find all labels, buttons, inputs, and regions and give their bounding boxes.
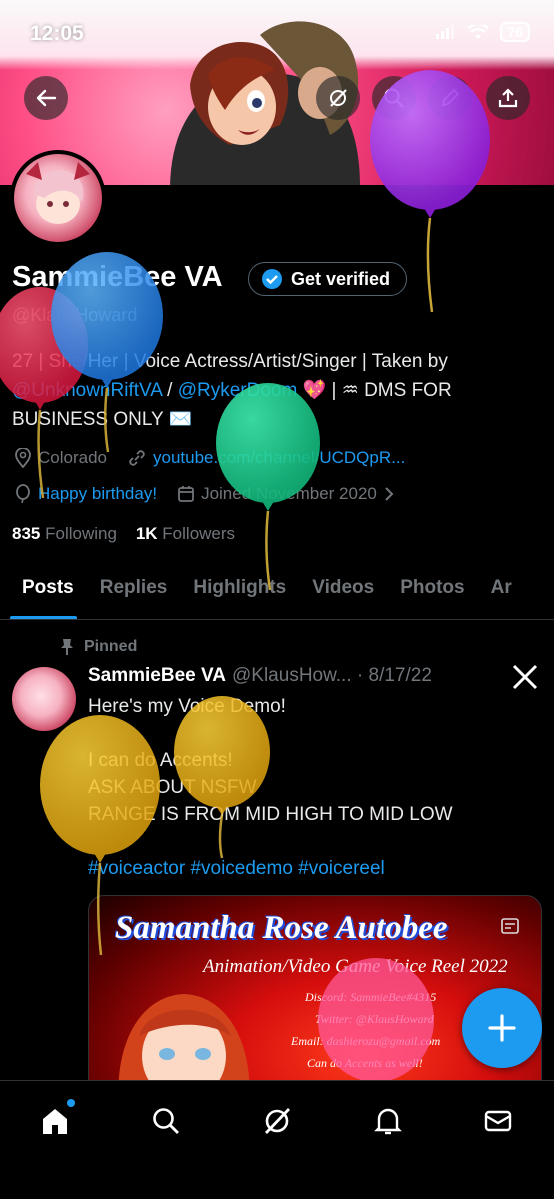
grok-icon bbox=[264, 1108, 291, 1134]
media-character-art bbox=[118, 994, 250, 1094]
pinned-indicator: Pinned bbox=[60, 638, 137, 656]
profile-bio: 27 | She/Her | Voice Actress/Artist/Sing… bbox=[12, 347, 532, 434]
media-icon bbox=[501, 918, 519, 934]
following-link[interactable]: 835 Following bbox=[12, 524, 117, 543]
post-hashtags[interactable]: #voiceactor #voicedemo #voicereel bbox=[88, 855, 538, 882]
media-title: Samantha Rose Autobee bbox=[115, 910, 448, 946]
following-count: 835 bbox=[12, 524, 41, 543]
status-bar: 12:05 76 bbox=[0, 0, 554, 70]
edit-button[interactable] bbox=[428, 76, 472, 120]
pencil-icon bbox=[441, 88, 460, 107]
bio-separator: / bbox=[161, 380, 178, 401]
post-media[interactable]: Samantha Rose Autobee Animation/Video Ga… bbox=[88, 895, 542, 1095]
post-line2: I can do Accents! bbox=[88, 750, 233, 771]
search-button[interactable] bbox=[372, 76, 416, 120]
post-line3: ASK ABOUT NSFW bbox=[88, 777, 257, 798]
pinned-label: Pinned bbox=[84, 638, 138, 655]
follow-stats: 835 Following 1K Followers bbox=[12, 524, 235, 544]
post-avatar[interactable] bbox=[12, 667, 76, 731]
media-twitter: Twitter: @KlausHoward bbox=[315, 1012, 434, 1026]
media-accents: Can do Accents as well! bbox=[307, 1056, 423, 1070]
pin-icon bbox=[61, 639, 73, 655]
clock: 12:05 bbox=[30, 22, 84, 45]
media-email: Email: dashierozu@gmail.com bbox=[291, 1034, 441, 1048]
bell-icon bbox=[374, 1108, 402, 1135]
grok-button[interactable] bbox=[316, 76, 360, 120]
bottom-navigation bbox=[0, 1080, 554, 1199]
tab-photos[interactable]: Photos bbox=[387, 560, 477, 619]
nav-notifications[interactable] bbox=[368, 1101, 408, 1141]
location-row: Colorado youtube.com/channel/UCDQpR... bbox=[14, 448, 405, 468]
bio-line3: BUSINESS ONLY ✉️ bbox=[12, 409, 193, 430]
chevron-right-icon[interactable] bbox=[383, 486, 395, 502]
arrow-left-icon bbox=[36, 89, 57, 107]
post-header: SammieBee VA @KlausHow... · 8/17/22 bbox=[88, 665, 432, 687]
post-author[interactable]: SammieBee VA bbox=[88, 665, 226, 687]
battery-indicator: 76 bbox=[500, 22, 530, 42]
media-discord: Discord: SammieBee#4315 bbox=[305, 990, 437, 1004]
grok-icon bbox=[330, 89, 347, 107]
birthday-row: Happy birthday! Joined November 2020 bbox=[14, 484, 395, 504]
wifi-icon bbox=[468, 24, 489, 39]
birthday-text: Happy birthday! bbox=[38, 484, 158, 503]
get-verified-label: Get verified bbox=[291, 268, 391, 289]
search-icon bbox=[384, 88, 404, 108]
verified-badge-icon bbox=[262, 269, 282, 289]
bio-mention-rykerdoom[interactable]: @RykerDoom bbox=[178, 380, 298, 401]
website-link[interactable]: youtube.com/channel/UCDQpR... bbox=[153, 448, 405, 468]
post-line4: RANGE IS FROM MID HIGH TO MID LOW bbox=[88, 804, 453, 825]
plus-icon bbox=[488, 1014, 516, 1042]
link-icon bbox=[129, 450, 145, 466]
tab-replies[interactable]: Replies bbox=[87, 560, 181, 619]
balloon-icon bbox=[16, 484, 30, 504]
profile-tabs: Posts Replies Highlights Videos Photos A… bbox=[0, 560, 554, 620]
followers-count: 1K bbox=[135, 524, 158, 543]
profile-avatar[interactable] bbox=[10, 150, 106, 246]
calendar-icon bbox=[178, 486, 194, 502]
joined-text: Joined November 2020 bbox=[201, 484, 377, 503]
compose-button[interactable] bbox=[462, 988, 542, 1068]
share-icon bbox=[498, 88, 518, 108]
post-body: Here's my Voice Demo! I can do Accents! … bbox=[88, 693, 538, 882]
bio-line2-rest: 💖 | ♒ DMS FOR bbox=[297, 380, 452, 401]
mail-icon bbox=[484, 1110, 512, 1132]
tab-posts[interactable]: Posts bbox=[0, 560, 87, 619]
tab-highlights[interactable]: Highlights bbox=[180, 560, 299, 619]
location-pin-icon bbox=[15, 448, 31, 468]
share-button[interactable] bbox=[486, 76, 530, 120]
followers-label: Followers bbox=[162, 524, 236, 543]
post-line1: Here's my Voice Demo! bbox=[88, 696, 286, 717]
get-verified-button[interactable]: Get verified bbox=[248, 262, 408, 296]
home-icon bbox=[43, 1109, 67, 1134]
nav-messages[interactable] bbox=[478, 1101, 518, 1141]
tab-videos[interactable]: Videos bbox=[299, 560, 387, 619]
following-label: Following bbox=[45, 524, 117, 543]
nav-search[interactable] bbox=[146, 1101, 186, 1141]
nav-grok[interactable] bbox=[257, 1101, 297, 1141]
profile-handle: @KlausHoward bbox=[12, 305, 138, 325]
search-icon bbox=[153, 1108, 179, 1134]
signal-icon bbox=[436, 25, 455, 39]
nav-home[interactable] bbox=[35, 1099, 75, 1141]
back-button[interactable] bbox=[24, 76, 68, 120]
followers-link[interactable]: 1K Followers bbox=[136, 524, 235, 543]
avatar-artwork bbox=[26, 162, 90, 224]
bio-line1: 27 | She/Her | Voice Actress/Artist/Sing… bbox=[12, 351, 448, 372]
location-text: Colorado bbox=[38, 448, 107, 467]
media-subtitle: Animation/Video Game Voice Reel 2022 bbox=[203, 956, 508, 977]
post-handle-date: @KlausHow... · 8/17/22 bbox=[232, 665, 432, 686]
bio-mention-unknownrift[interactable]: @UnknownRiftVA bbox=[12, 380, 162, 401]
tab-articles[interactable]: Ar bbox=[478, 560, 525, 619]
display-name: SammieBee VA bbox=[12, 261, 223, 293]
x-logo-icon bbox=[512, 664, 538, 690]
home-notification-dot bbox=[67, 1099, 75, 1107]
